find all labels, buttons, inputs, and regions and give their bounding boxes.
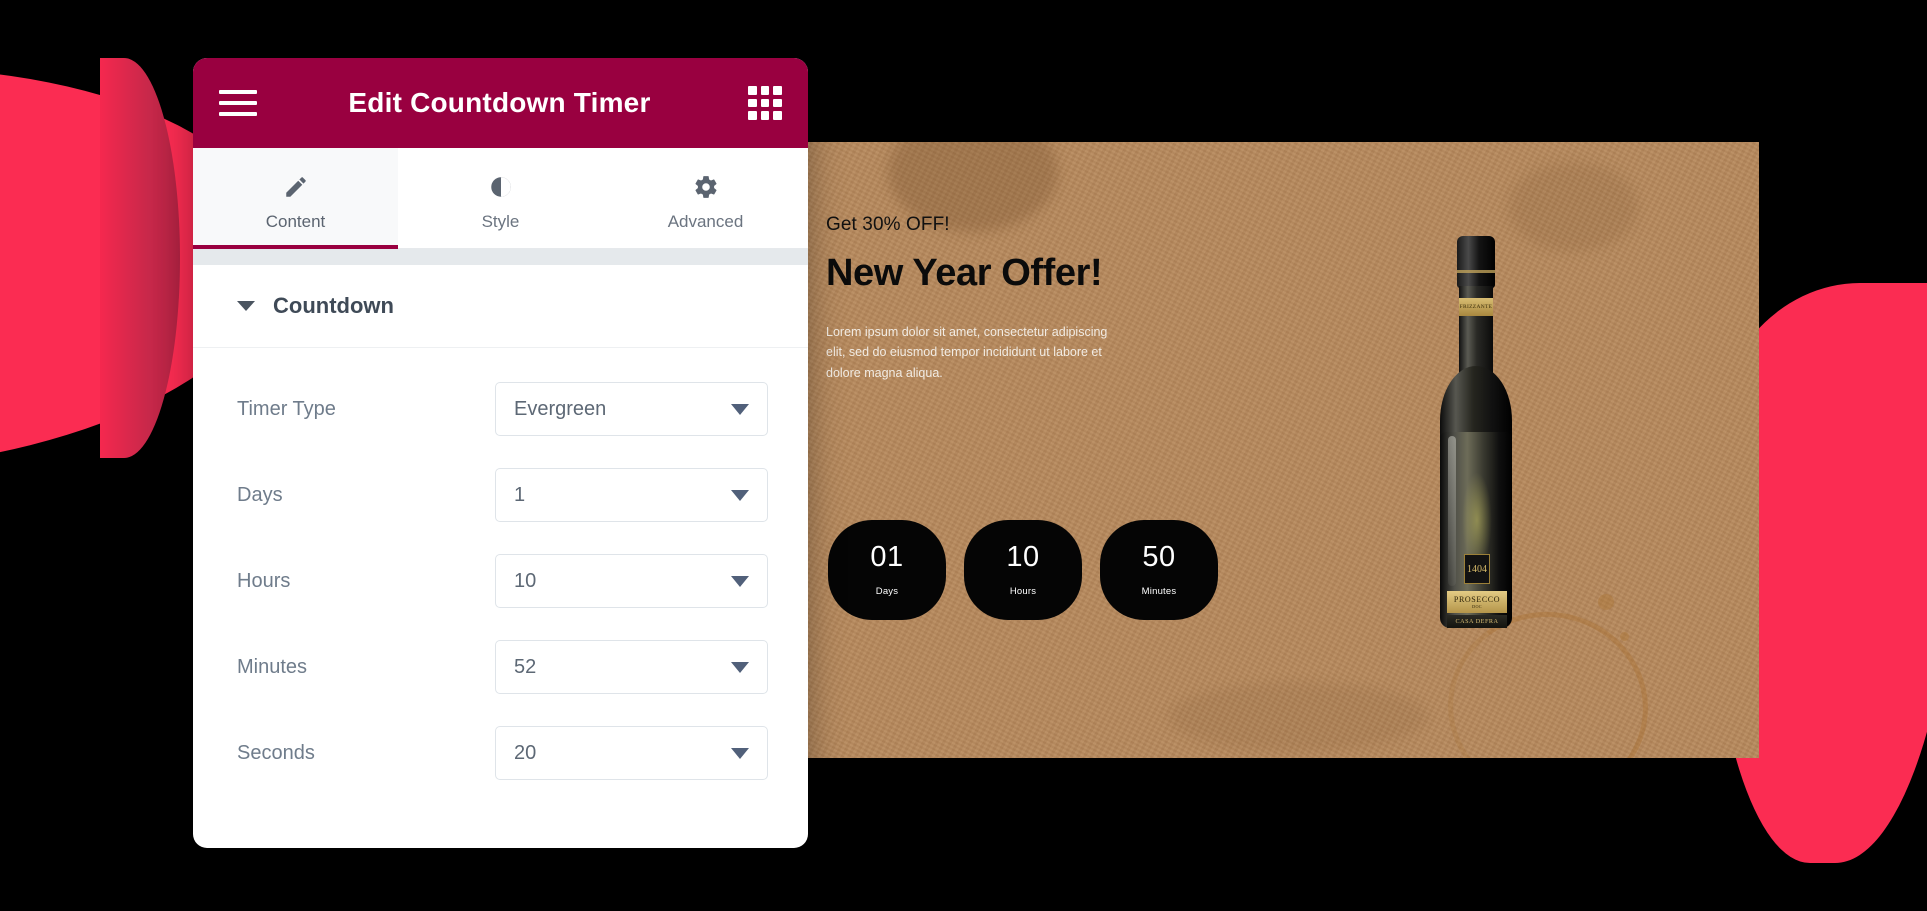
- panel-divider-strip: [193, 249, 808, 265]
- tab-style[interactable]: Style: [398, 148, 603, 248]
- tab-content-label: Content: [265, 212, 326, 231]
- tab-advanced-label: Advanced: [667, 212, 744, 231]
- countdown-value: 50: [1142, 541, 1176, 573]
- tab-content[interactable]: Content: [193, 148, 398, 249]
- pencil-icon: [193, 170, 398, 204]
- bottle-highlight: [1448, 436, 1456, 586]
- days-value: 1: [514, 483, 526, 506]
- section-header-countdown[interactable]: Countdown: [193, 265, 808, 348]
- product-bottle-image: FRIZZANTE 1404 PROSECCO DOC CASA DEFRA: [1428, 236, 1524, 636]
- field-row-minutes: Minutes 52: [237, 640, 768, 694]
- minutes-value: 52: [514, 655, 537, 678]
- field-row-seconds: Seconds 20: [237, 726, 768, 780]
- days-select[interactable]: 1: [495, 468, 768, 522]
- page-title: Edit Countdown Timer: [348, 87, 651, 118]
- bottle-neck-band: FRIZZANTE: [1459, 298, 1493, 316]
- chevron-down-icon: [731, 403, 749, 415]
- chevron-down-icon: [731, 747, 749, 759]
- field-row-days: Days 1: [237, 468, 768, 522]
- field-row-hours: Hours 10: [237, 554, 768, 608]
- chevron-down-icon: [731, 575, 749, 587]
- countdown-label: Hours: [1009, 586, 1037, 597]
- bottle-foil-cap: [1457, 236, 1495, 288]
- decorative-blob-left-shade: [100, 58, 180, 458]
- gear-icon: [603, 170, 808, 204]
- hours-select[interactable]: 10: [495, 554, 768, 608]
- field-label-timer-type: Timer Type: [237, 397, 336, 420]
- countdown-unit-days: 01 Days: [828, 520, 946, 620]
- countdown-value: 10: [1006, 541, 1040, 573]
- hours-value: 10: [514, 569, 537, 592]
- preview-canvas: Get 30% OFF! New Year Offer! Lorem ipsum…: [808, 142, 1759, 758]
- panel-header: Edit Countdown Timer: [193, 58, 808, 148]
- timer-type-value: Evergreen: [514, 397, 607, 420]
- bottle-label-name: PROSECCO: [1453, 595, 1501, 604]
- countdown-label: Days: [875, 586, 899, 597]
- field-label-hours: Hours: [237, 569, 291, 592]
- timer-type-select[interactable]: Evergreen: [495, 382, 768, 436]
- countdown-value: 01: [870, 541, 904, 573]
- preview-paragraph: Lorem ipsum dolor sit amet, consectetur …: [826, 325, 1108, 380]
- minutes-select[interactable]: 52: [495, 640, 768, 694]
- countdown-unit-hours: 10 Hours: [964, 520, 1082, 620]
- chevron-down-icon: [731, 489, 749, 501]
- seconds-value: 20: [514, 741, 537, 764]
- grid-icon[interactable]: [748, 86, 782, 120]
- section-title: Countdown: [273, 293, 394, 318]
- preview-headline: New Year Offer!: [826, 252, 1103, 294]
- tab-advanced[interactable]: Advanced: [603, 148, 808, 248]
- field-label-days: Days: [237, 483, 283, 506]
- edit-countdown-timer-panel: Edit Countdown Timer Content Style Advan…: [193, 58, 808, 848]
- bottle-vintage-badge: 1404: [1464, 554, 1490, 584]
- field-row-timer-type: Timer Type Evergreen: [237, 382, 768, 436]
- bottle-brand-label: CASA DEFRA: [1447, 615, 1507, 628]
- countdown-label: Minutes: [1141, 586, 1177, 597]
- field-label-seconds: Seconds: [237, 741, 315, 764]
- screenshot-stage: Get 30% OFF! New Year Offer! Lorem ipsum…: [0, 0, 1927, 911]
- field-label-minutes: Minutes: [237, 655, 308, 678]
- bottle-front-label: PROSECCO DOC: [1447, 591, 1507, 613]
- chevron-down-icon: [731, 661, 749, 673]
- bottle-wire-cage: [1457, 270, 1495, 273]
- countdown-settings-form: Timer Type Evergreen Days 1 Hours 10 Min…: [193, 348, 808, 848]
- contrast-icon: [398, 170, 603, 204]
- seconds-select[interactable]: 20: [495, 726, 768, 780]
- preview-kicker: Get 30% OFF!: [826, 214, 950, 235]
- countdown-unit-minutes: 50 Minutes: [1100, 520, 1218, 620]
- tab-style-label: Style: [481, 212, 520, 231]
- chevron-down-icon: [237, 301, 255, 311]
- bottle-label-sub: DOC: [1472, 604, 1482, 609]
- panel-tabs: Content Style Advanced: [193, 148, 808, 249]
- countdown-timer-preview: 01 Days 10 Hours 50 Minutes: [828, 520, 1218, 620]
